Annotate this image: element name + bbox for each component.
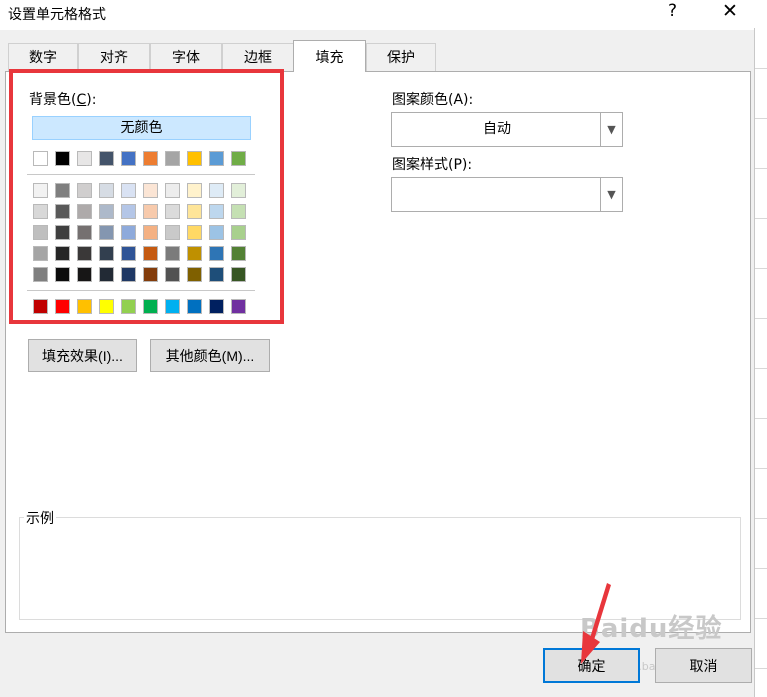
pattern-color-select[interactable]: 自动 ▼ bbox=[391, 112, 623, 147]
dialog-title: 设置单元格格式 bbox=[8, 7, 106, 23]
pattern-color-value: 自动 bbox=[483, 121, 511, 137]
pattern-style-select[interactable]: ▼ bbox=[391, 177, 623, 212]
tab-border[interactable]: 边框 bbox=[222, 43, 294, 71]
more-colors-button[interactable]: 其他颜色(M)... bbox=[150, 339, 270, 372]
tab-font[interactable]: 字体 bbox=[150, 43, 222, 71]
background-sheet-strip bbox=[754, 28, 767, 697]
highlight-box bbox=[9, 69, 284, 324]
tab-number[interactable]: 数字 bbox=[8, 43, 78, 71]
chevron-down-icon[interactable]: ▼ bbox=[600, 113, 622, 146]
pattern-style-label: 图案样式(P): bbox=[392, 157, 473, 173]
pattern-color-label: 图案颜色(A): bbox=[392, 92, 474, 108]
help-button[interactable]: ? bbox=[668, 1, 677, 21]
tab-fill[interactable]: 填充 bbox=[293, 40, 366, 72]
pattern-style-value bbox=[392, 178, 602, 211]
title-bar: 设置单元格格式 ? ✕ bbox=[0, 0, 767, 30]
tab-alignment[interactable]: 对齐 bbox=[78, 43, 150, 71]
cancel-button[interactable]: 取消 bbox=[655, 648, 752, 683]
chevron-down-icon[interactable]: ▼ bbox=[600, 178, 622, 211]
ok-button[interactable]: 确定 bbox=[543, 648, 640, 683]
sample-label: 示例 bbox=[24, 508, 56, 528]
tab-protection[interactable]: 保护 bbox=[366, 43, 436, 71]
sample-preview bbox=[19, 517, 741, 620]
fill-effects-button[interactable]: 填充效果(I)... bbox=[28, 339, 137, 372]
baidu-watermark: Baidu经验 bbox=[580, 614, 723, 644]
close-button[interactable]: ✕ bbox=[722, 0, 738, 22]
